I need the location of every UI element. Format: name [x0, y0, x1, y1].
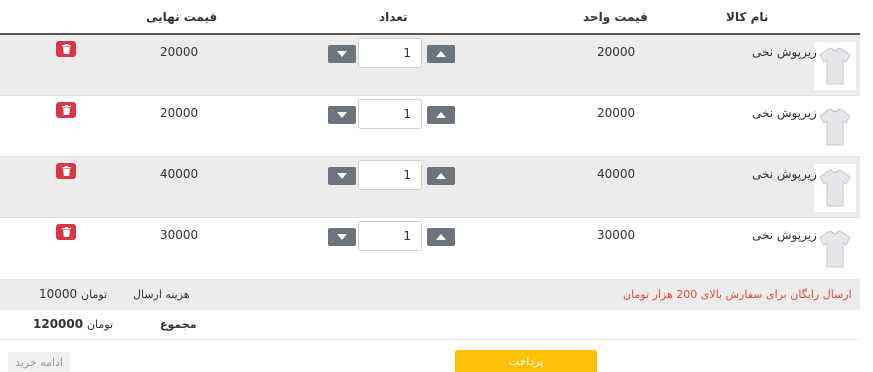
tshirt-icon	[819, 169, 851, 207]
caret-up-icon	[436, 173, 446, 179]
product-thumbnail	[814, 42, 856, 90]
product-thumbnail	[814, 103, 856, 151]
total-row: مجموع 120000 تومان	[0, 310, 860, 340]
caret-down-icon	[337, 234, 347, 240]
total-currency: تومان	[86, 318, 114, 331]
shipping-label: هزینه ارسال	[133, 288, 190, 301]
total-amount: 120000	[33, 317, 84, 331]
header-final-price: قیمت نهایی	[146, 10, 218, 24]
quantity-input[interactable]: 1	[358, 99, 422, 129]
increase-quantity-button[interactable]	[427, 167, 455, 185]
total-label: مجموع	[160, 318, 197, 331]
tshirt-icon	[819, 230, 851, 268]
final-price: 20000	[160, 106, 199, 120]
header-quantity: تعداد	[379, 10, 408, 24]
shipping-row: ارسال رایگان برای سفارش بالای 200 هزار ت…	[0, 279, 860, 310]
trash-icon	[61, 227, 71, 237]
continue-shopping-button[interactable]: ادامه خرید	[8, 352, 70, 372]
caret-up-icon	[436, 234, 446, 240]
product-thumbnail	[814, 164, 856, 212]
tshirt-icon	[819, 47, 851, 85]
unit-price: 20000	[597, 106, 636, 120]
increase-quantity-button[interactable]	[427, 106, 455, 124]
decrease-quantity-button[interactable]	[328, 45, 356, 63]
delete-item-button[interactable]	[56, 163, 76, 179]
final-price: 40000	[160, 167, 199, 181]
header-unit-price: قیمت واحد	[583, 10, 648, 24]
delete-item-button[interactable]	[56, 41, 76, 57]
shipping-amount: 10000	[39, 287, 78, 301]
caret-up-icon	[436, 51, 446, 57]
product-thumbnail	[814, 225, 856, 273]
product-name: زیرپوش نخی	[752, 106, 817, 120]
trash-icon	[61, 166, 71, 176]
increase-quantity-button[interactable]	[427, 228, 455, 246]
delete-item-button[interactable]	[56, 224, 76, 240]
final-price: 30000	[160, 228, 199, 242]
pay-button[interactable]: پرداخت	[455, 350, 597, 372]
decrease-quantity-button[interactable]	[328, 167, 356, 185]
shipping-cost: 10000 تومان	[39, 287, 107, 301]
trash-icon	[61, 105, 71, 115]
caret-down-icon	[337, 112, 347, 118]
unit-price: 20000	[597, 45, 636, 59]
header-product-name: نام کالا	[726, 10, 769, 24]
quantity-input[interactable]: 1	[358, 221, 422, 251]
product-name: زیرپوش نخی	[752, 167, 817, 181]
unit-price: 40000	[597, 167, 636, 181]
cart-row: زیرپوش نخی 20000 1 20000	[0, 35, 860, 96]
delete-item-button[interactable]	[56, 102, 76, 118]
unit-price: 30000	[597, 228, 636, 242]
cart-row: زیرپوش نخی 40000 1 40000	[0, 157, 860, 218]
shipping-currency: تومان	[81, 288, 108, 301]
trash-icon	[61, 44, 71, 54]
cart-row: زیرپوش نخی 20000 1 20000	[0, 96, 860, 157]
product-name: زیرپوش نخی	[752, 228, 817, 242]
decrease-quantity-button[interactable]	[328, 106, 356, 124]
quantity-input[interactable]: 1	[358, 38, 422, 68]
final-price: 20000	[160, 45, 199, 59]
cart-row: زیرپوش نخی 30000 1 30000	[0, 218, 860, 279]
caret-down-icon	[337, 173, 347, 179]
decrease-quantity-button[interactable]	[328, 228, 356, 246]
free-shipping-notice: ارسال رایگان برای سفارش بالای 200 هزار ت…	[623, 288, 852, 301]
increase-quantity-button[interactable]	[427, 45, 455, 63]
total-cost: 120000 تومان	[33, 317, 113, 331]
product-name: زیرپوش نخی	[752, 45, 817, 59]
quantity-input[interactable]: 1	[358, 160, 422, 190]
tshirt-icon	[819, 108, 851, 146]
caret-up-icon	[436, 112, 446, 118]
caret-down-icon	[337, 51, 347, 57]
